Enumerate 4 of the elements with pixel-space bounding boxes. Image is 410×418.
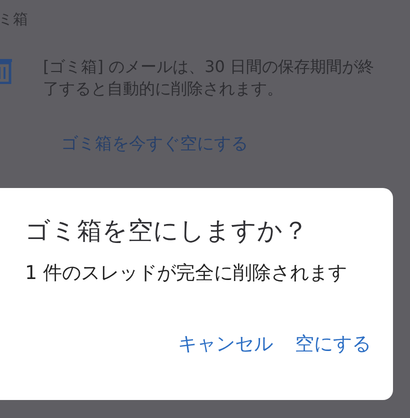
cancel-button[interactable]: キャンセル xyxy=(176,327,275,361)
confirm-button[interactable]: 空にする xyxy=(293,327,373,361)
dialog-message: 1 件のスレッドが完全に削除されます xyxy=(25,261,348,285)
dialog-title: ゴミ箱を空にしますか？ xyxy=(25,215,309,247)
